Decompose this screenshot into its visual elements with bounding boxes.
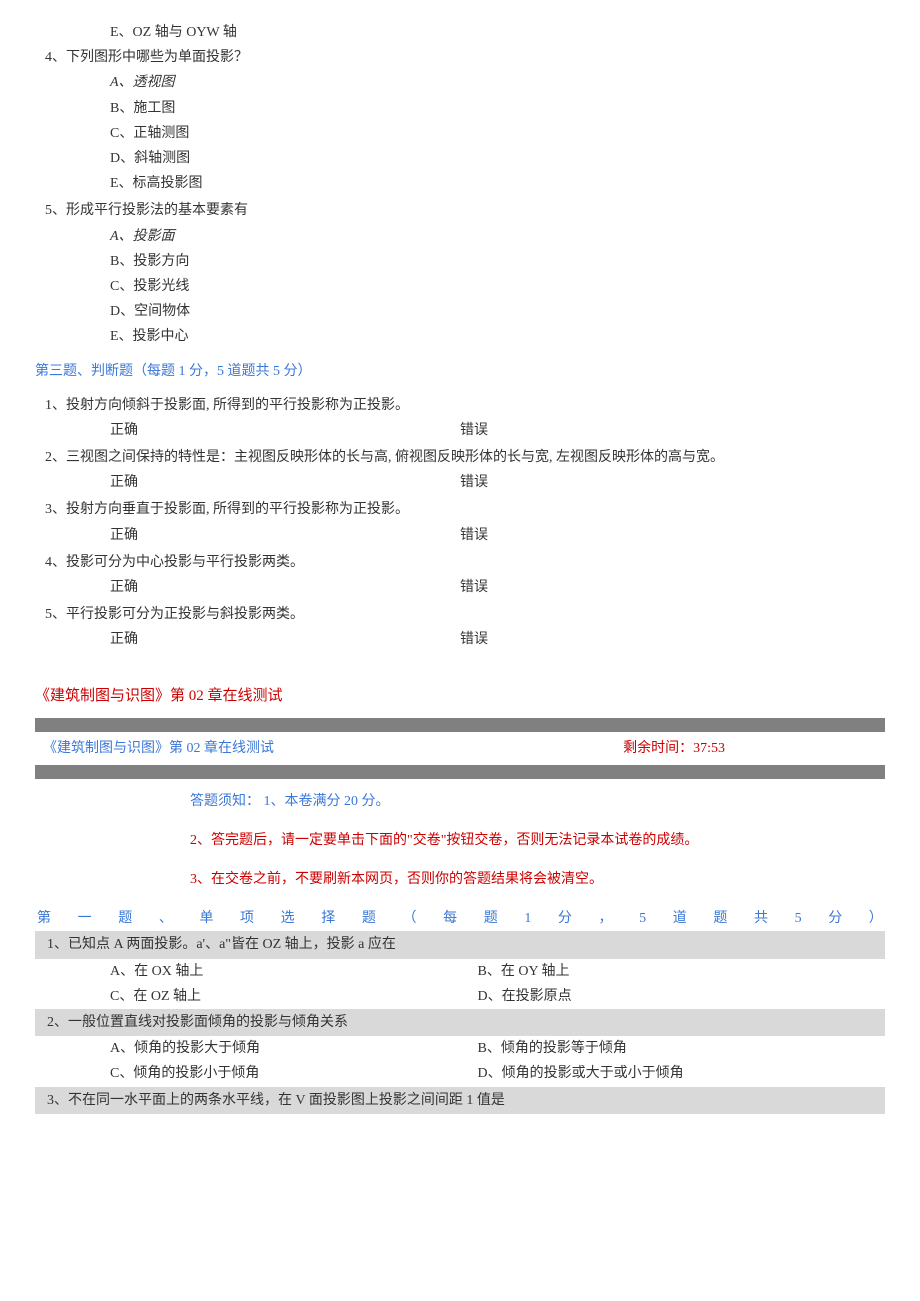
s3-q1-true[interactable]: 正确 — [110, 418, 460, 443]
q4-option-a: A、透视图 — [110, 70, 885, 95]
s3-q5-true[interactable]: 正确 — [110, 627, 460, 652]
ch2-q2-option-d[interactable]: D、倾角的投影或大于或小于倾角 — [478, 1061, 886, 1086]
q4-option-c: C、正轴测图 — [110, 121, 885, 146]
question-4: 4、下列图形中哪些为单面投影？ — [45, 45, 885, 70]
test-timer: 剩余时间：37:53 — [623, 736, 885, 761]
s3-q2-true[interactable]: 正确 — [110, 470, 460, 495]
separator-bar — [35, 718, 885, 732]
q5-option-c: C、投影光线 — [110, 274, 885, 299]
instruction-prefix: 答题须知： — [190, 794, 260, 809]
ch2-q2-option-c[interactable]: C、倾角的投影小于倾角 — [110, 1061, 518, 1086]
instruction-2: 2、答完题后，请一定要单击下面的"交卷"按钮交卷，否则无法记录本试卷的成绩。 — [190, 828, 885, 853]
s3-question-4: 4、投影可分为中心投影与平行投影两类。 — [45, 550, 885, 575]
q5-option-b: B、投影方向 — [110, 249, 885, 274]
s3-q3-false[interactable]: 错误 — [460, 523, 488, 548]
q5-option-a: A、投影面 — [110, 224, 885, 249]
s3-q4-true[interactable]: 正确 — [110, 575, 460, 600]
question-5: 5、形成平行投影法的基本要素有 — [45, 198, 885, 223]
section-3-header: 第三题、判断题（每题 1 分，5 道题共 5 分） — [35, 359, 885, 384]
ch2-section-1-header: 第一题、单项选择题（每题1分，5道题共5分） — [35, 906, 885, 931]
ch2-q2-option-b[interactable]: B、倾角的投影等于倾角 — [478, 1036, 886, 1061]
s3-q2-false[interactable]: 错误 — [460, 470, 488, 495]
ch2-q1-option-b[interactable]: B、在 OY 轴上 — [478, 959, 886, 984]
instruction-3: 3、在交卷之前，不要刷新本网页，否则你的答题结果将会被清空。 — [190, 867, 885, 892]
s3-q3-true[interactable]: 正确 — [110, 523, 460, 548]
ch2-question-3: 3、不在同一水平面上的两条水平线，在 V 面投影图上投影之间间距 1 值是 — [35, 1087, 885, 1114]
separator-bar-2 — [35, 765, 885, 779]
ch2-q1-option-a[interactable]: A、在 OX 轴上 — [110, 959, 518, 984]
option-e: E、OZ 轴与 OYW 轴 — [110, 20, 885, 45]
s3-q5-false[interactable]: 错误 — [460, 627, 488, 652]
q4-option-e: E、标高投影图 — [110, 171, 885, 196]
q4-option-b: B、施工图 — [110, 96, 885, 121]
s3-q1-false[interactable]: 错误 — [460, 418, 488, 443]
instruction-1: 1、本卷满分 20 分。 — [264, 794, 390, 809]
q4-option-d: D、斜轴测图 — [110, 146, 885, 171]
ch2-question-1: 1、已知点 A 两面投影。a'、a"皆在 OZ 轴上，投影 a 应在 — [35, 931, 885, 958]
s3-question-5: 5、平行投影可分为正投影与斜投影两类。 — [45, 602, 885, 627]
ch2-question-2: 2、一般位置直线对投影面倾角的投影与倾角关系 — [35, 1009, 885, 1036]
chapter-2-title: 《建筑制图与识图》第 02 章在线测试 — [35, 683, 885, 710]
ch2-q2-option-a[interactable]: A、倾角的投影大于倾角 — [110, 1036, 518, 1061]
q5-option-e: E、投影中心 — [110, 324, 885, 349]
ch2-q1-option-d[interactable]: D、在投影原点 — [478, 984, 886, 1009]
s3-question-2: 2、三视图之间保持的特性是：主视图反映形体的长与高, 俯视图反映形体的长与宽, … — [45, 445, 885, 470]
s3-q4-false[interactable]: 错误 — [460, 575, 488, 600]
q5-option-d: D、空间物体 — [110, 299, 885, 324]
s3-question-1: 1、投射方向倾斜于投影面, 所得到的平行投影称为正投影。 — [45, 393, 885, 418]
ch2-q1-option-c[interactable]: C、在 OZ 轴上 — [110, 984, 518, 1009]
s3-question-3: 3、投射方向垂直于投影面, 所得到的平行投影称为正投影。 — [45, 497, 885, 522]
test-header-title: 《建筑制图与识图》第 02 章在线测试 — [43, 736, 623, 761]
